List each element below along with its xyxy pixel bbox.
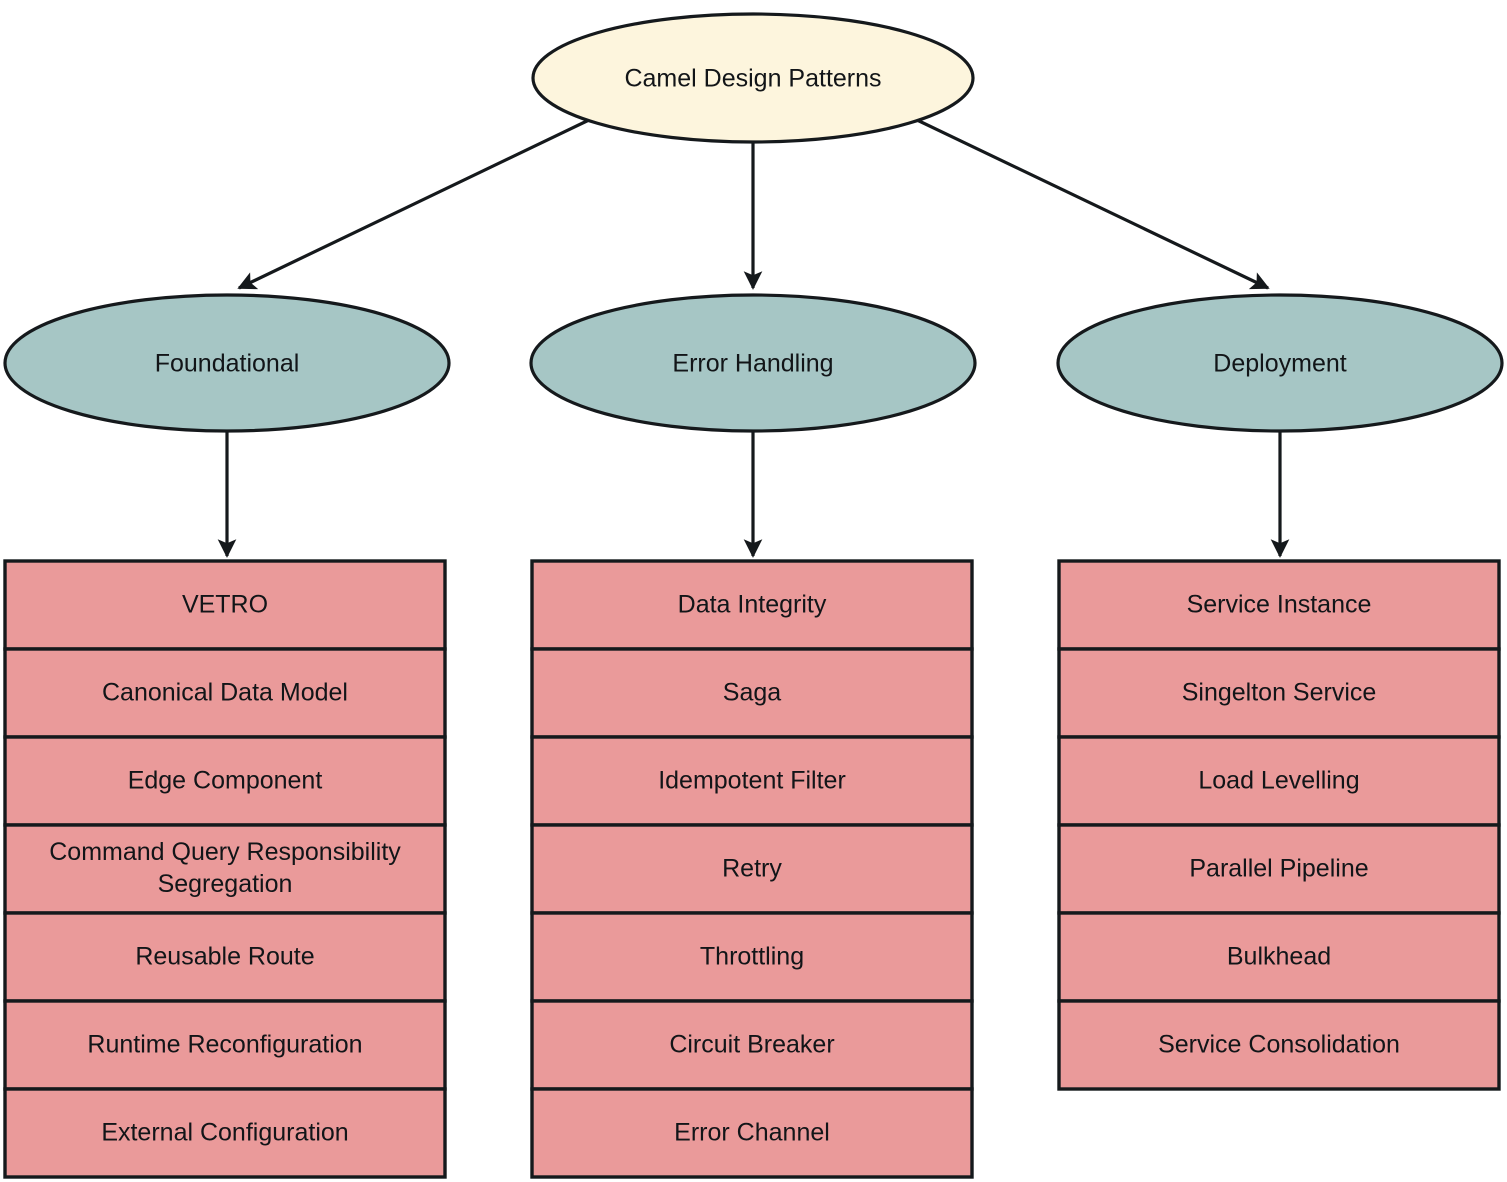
pattern-label: External Configuration <box>101 1119 348 1147</box>
pattern-box[interactable]: Service Instance <box>1057 559 1501 651</box>
node-category-deployment[interactable]: Deployment <box>1056 293 1504 433</box>
pattern-label: Error Channel <box>674 1119 830 1147</box>
deployment-label: Deployment <box>1213 350 1346 378</box>
error-handling-label: Error Handling <box>672 350 833 378</box>
pattern-label: Data Integrity <box>678 591 827 619</box>
pattern-label: Bulkhead <box>1227 943 1331 971</box>
pattern-column-error-handling: Data Integrity Saga Idempotent Filter Re… <box>530 559 974 1179</box>
pattern-box[interactable]: Parallel Pipeline <box>1057 823 1501 915</box>
pattern-label: Singelton Service <box>1182 679 1377 707</box>
pattern-box[interactable]: Load Levelling <box>1057 735 1501 827</box>
flowchart-svg: Camel Design Patterns Foundational Error… <box>3 12 1504 1179</box>
pattern-box[interactable]: Throttling <box>530 911 974 1003</box>
pattern-label: Saga <box>723 679 781 707</box>
pattern-label: Circuit Breaker <box>669 1031 834 1059</box>
pattern-box[interactable]: Runtime Reconfiguration <box>3 999 447 1091</box>
node-category-error-handling[interactable]: Error Handling <box>529 293 977 433</box>
pattern-column-foundational: VETRO Canonical Data Model Edge Componen… <box>3 559 447 1179</box>
pattern-box[interactable]: Singelton Service <box>1057 647 1501 739</box>
root-label: Camel Design Patterns <box>624 65 881 93</box>
pattern-box[interactable]: Data Integrity <box>530 559 974 651</box>
edge-group-categories-to-columns <box>217 428 1290 558</box>
pattern-label: Canonical Data Model <box>102 679 348 707</box>
pattern-box[interactable]: Bulkhead <box>1057 911 1501 1003</box>
pattern-box[interactable]: Edge Component <box>3 735 447 827</box>
node-root[interactable]: Camel Design Patterns <box>531 12 975 144</box>
pattern-box[interactable]: Command Query Responsibility Segregation <box>3 823 447 915</box>
pattern-box[interactable]: Saga <box>530 647 974 739</box>
pattern-label-line2: Segregation <box>158 870 293 898</box>
pattern-label: Reusable Route <box>135 943 314 971</box>
edge-group-root-to-categories <box>237 118 1270 290</box>
pattern-label: Retry <box>722 855 782 883</box>
pattern-label: VETRO <box>182 591 268 619</box>
pattern-label: Idempotent Filter <box>658 767 846 795</box>
pattern-box[interactable]: Reusable Route <box>3 911 447 1003</box>
pattern-column-deployment: Service Instance Singelton Service Load … <box>1057 559 1501 1091</box>
edge-root-to-foundational <box>237 118 590 290</box>
diagram-canvas: Camel Design Patterns Foundational Error… <box>0 0 1507 1182</box>
pattern-label: Service Consolidation <box>1158 1031 1400 1059</box>
pattern-label: Edge Component <box>128 767 323 795</box>
pattern-label-line1: Command Query Responsibility <box>49 838 401 866</box>
node-category-foundational[interactable]: Foundational <box>3 293 451 433</box>
pattern-box[interactable]: Retry <box>530 823 974 915</box>
pattern-label: Service Instance <box>1187 591 1372 619</box>
pattern-box[interactable]: Error Channel <box>530 1087 974 1179</box>
edge-root-to-deployment <box>916 118 1270 290</box>
pattern-box[interactable]: Canonical Data Model <box>3 647 447 739</box>
pattern-box[interactable]: VETRO <box>3 559 447 651</box>
pattern-label: Parallel Pipeline <box>1189 855 1368 883</box>
pattern-label: Throttling <box>700 943 804 971</box>
pattern-box[interactable]: Service Consolidation <box>1057 999 1501 1091</box>
pattern-box[interactable]: External Configuration <box>3 1087 447 1179</box>
foundational-label: Foundational <box>155 350 300 378</box>
pattern-label: Runtime Reconfiguration <box>87 1031 362 1059</box>
pattern-box[interactable]: Idempotent Filter <box>530 735 974 827</box>
pattern-box[interactable]: Circuit Breaker <box>530 999 974 1091</box>
pattern-label: Load Levelling <box>1198 767 1359 795</box>
